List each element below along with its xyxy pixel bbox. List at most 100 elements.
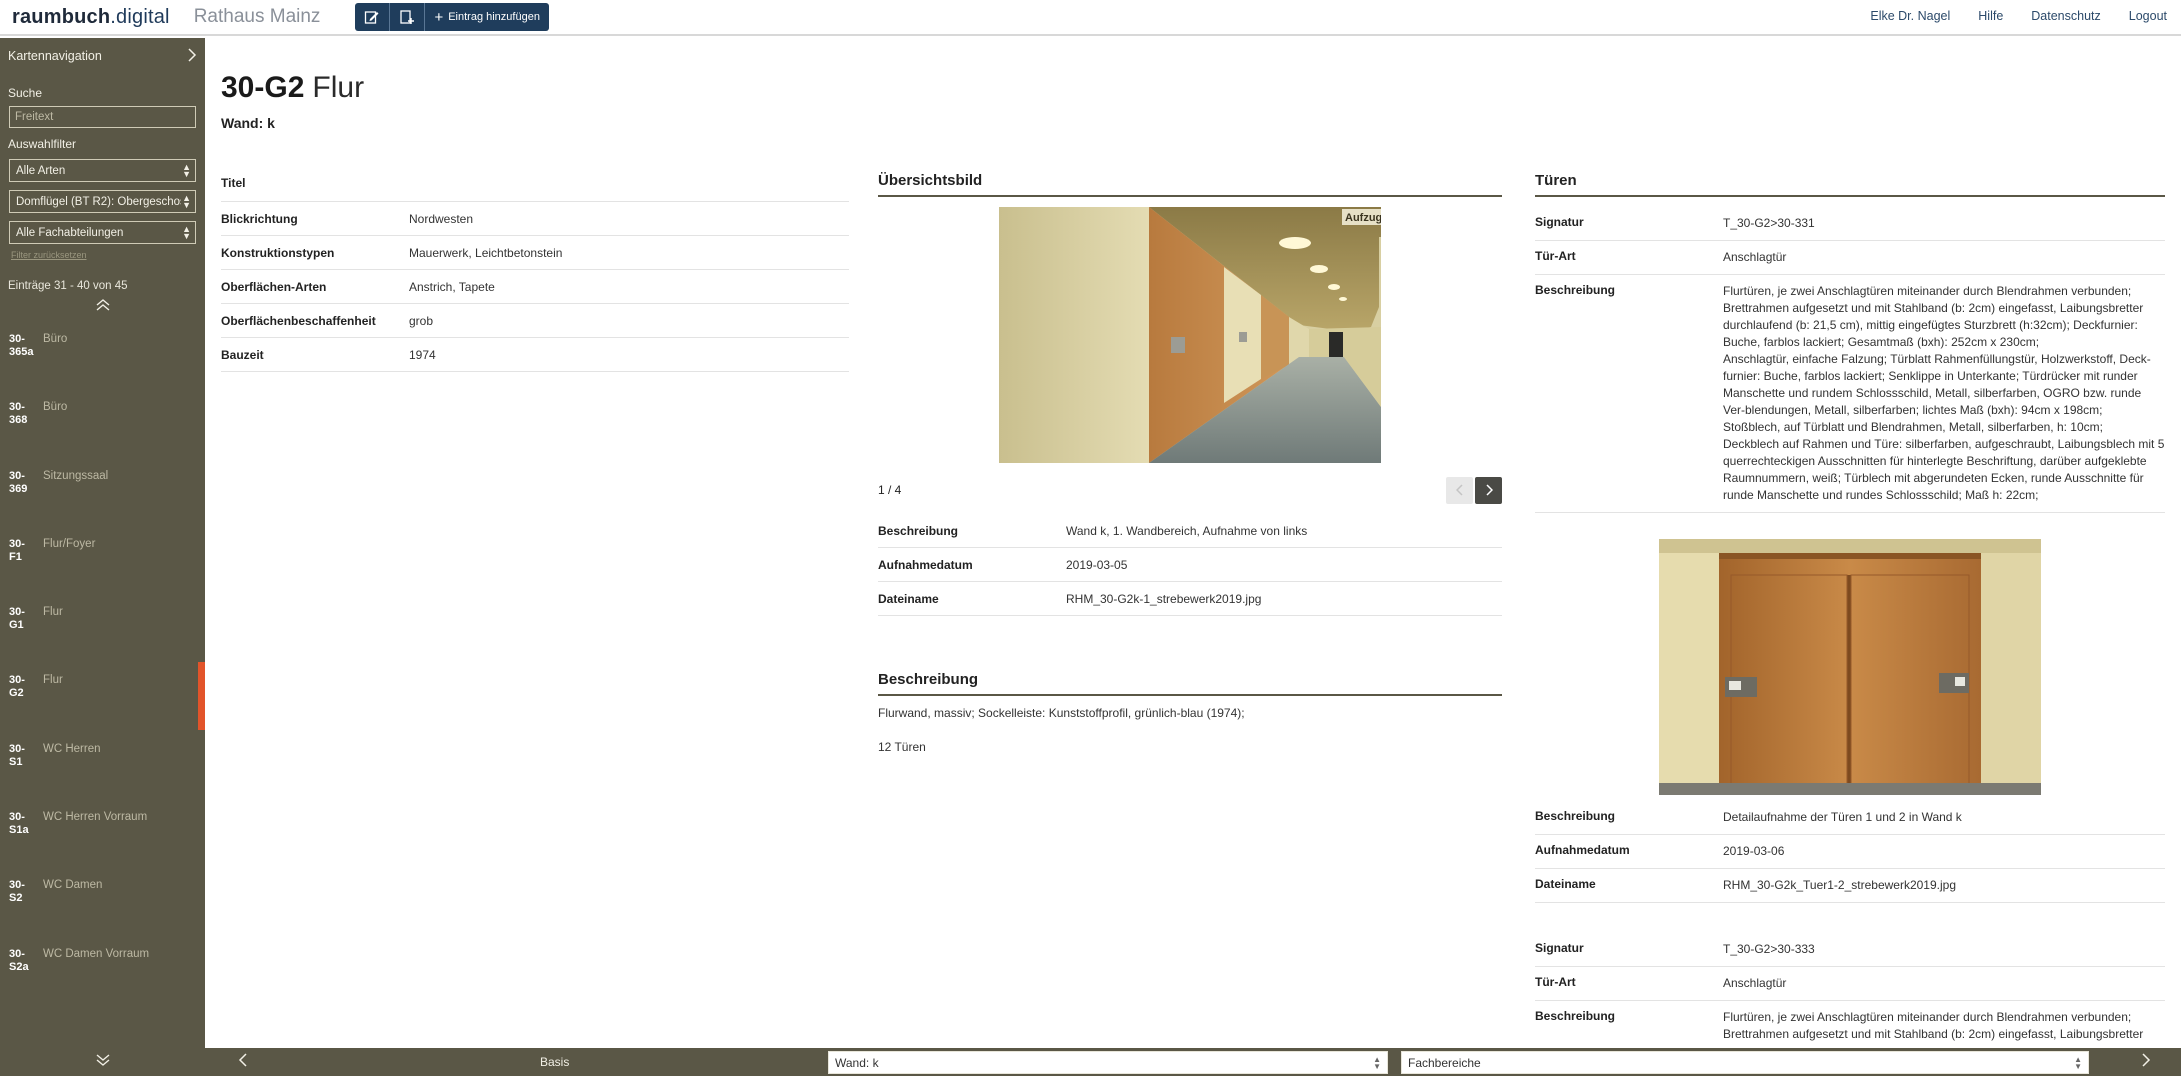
info-row-key: Oberflächenbeschaffenheit <box>221 313 376 328</box>
room-code: 30- S2 <box>9 879 25 905</box>
user-link[interactable]: Elke Dr. Nagel <box>1870 9 1950 23</box>
add-document-icon[interactable] <box>390 3 426 31</box>
sidebar-room-item[interactable]: 30- S1a WC Herren Vorraum <box>0 799 205 867</box>
scroll-down-icon[interactable] <box>0 1053 205 1072</box>
info-row-key: Beschreibung <box>1535 809 1616 823</box>
info-row-value: RHM_30-G2k_Tuer1-2_strebewerk2019.jpg <box>1723 878 1957 892</box>
filter-reset-link[interactable]: Filter zurücksetzen <box>0 250 205 260</box>
logo-main: raumbuch <box>12 5 111 28</box>
filter-types-select[interactable]: Alle Arten ▲ ▼ <box>9 159 196 182</box>
room-name: Flur/Foyer <box>43 537 96 550</box>
room-name: WC Damen <box>43 879 103 892</box>
previous-photo-button[interactable] <box>1446 476 1473 504</box>
info-row: Konstruktionstypen Mauerwerk, Leichtbeton… <box>221 236 849 270</box>
wall-select-value: Wand: k <box>835 1055 879 1070</box>
description-text: Flurwand, massiv; Sockelleiste: Kunststo… <box>878 706 1245 720</box>
room-code: 30- 365a <box>9 333 34 358</box>
info-row-key: Beschreibung <box>878 523 959 538</box>
search-input[interactable]: Freitext <box>9 106 196 128</box>
photo-pager: 1 / 4 <box>878 476 1502 504</box>
description-section: Beschreibung Flurwand, massiv; Sockellei… <box>878 671 1502 754</box>
info-row-key: Dateiname <box>878 591 939 606</box>
doors-section: Türen Signatur T_30-G2>30-331 Tür-Art Ansch… <box>1535 172 2165 1052</box>
info-row-value: 2019-03-06 <box>1723 844 1785 858</box>
wall-select[interactable]: Wand: k ▲ ▼ <box>828 1051 1388 1074</box>
bottom-bar: Basis Wand: k ▲ ▼ Fachbereiche ▲ ▼ <box>0 1048 2181 1076</box>
select-arrows-icon: ▲ ▼ <box>1373 1054 1381 1071</box>
overview-photo[interactable]: Aufzug <box>999 207 1381 463</box>
page-subtitle: Wand: k <box>221 115 275 131</box>
privacy-link[interactable]: Datenschutz <box>2031 9 2100 23</box>
sidebar-room-item[interactable]: 30- 368 Büro <box>0 389 205 457</box>
title-row: Titel <box>221 172 849 202</box>
logout-link[interactable]: Logout <box>2129 9 2167 23</box>
next-photo-button[interactable] <box>1475 476 1502 504</box>
info-row-key: Tür-Art <box>1535 249 1576 263</box>
info-row-value: grob <box>409 313 434 328</box>
next-view-icon[interactable] <box>2141 1052 2151 1072</box>
info-row: Tür-Art Anschlagtür <box>1535 967 2165 1001</box>
chevron-right-icon <box>187 47 197 65</box>
sidebar-room-item[interactable]: 30- 365a Büro <box>0 321 205 389</box>
filter-departments-select[interactable]: Alle Fachabteilungen ▲ ▼ <box>9 221 196 244</box>
sidebar-room-item[interactable]: 30- G2 Flur <box>0 662 205 731</box>
info-row-value: Nordwesten <box>409 211 474 226</box>
departments-select[interactable]: Fachbereiche ▲ ▼ <box>1401 1051 2089 1074</box>
entries-count: Einträge 31 - 40 von 45 <box>8 280 128 292</box>
info-row: Oberflächen-Arten Anstrich, Tapete <box>221 270 849 304</box>
info-row: Aufnahmedatum 2019-03-05 <box>878 548 1502 582</box>
door-photo[interactable] <box>1659 539 2041 796</box>
scroll-up-icon[interactable] <box>0 298 205 317</box>
info-row: Signatur T_30-G2>30-333 <box>1535 933 2165 967</box>
project-name: Rathaus Mainz <box>193 6 321 27</box>
door-entry: Signatur T_30-G2>30-333 Tür-Art Anschlagtür… <box>1535 933 2165 1052</box>
info-row-value: 2019-03-05 <box>1066 557 1128 572</box>
add-entry-label: Eintrag hinzufügen <box>448 11 540 23</box>
info-row-value: RHM_30-G2k-1_strebewerk2019.jpg <box>1066 591 1262 606</box>
sidebar-room-item[interactable]: 30- G1 Flur <box>0 594 205 662</box>
info-row-key: Bauzeit <box>221 347 264 362</box>
plus-icon: + <box>434 8 444 26</box>
properties-table: Titel Blickrichtung Nordwesten Konstruktio… <box>221 172 849 372</box>
door-photo-meta-table: Beschreibung Detailaufnahme der Türen 1 u… <box>1535 801 2165 903</box>
previous-view-icon[interactable] <box>238 1052 248 1072</box>
info-row-key: Blickrichtung <box>221 211 298 226</box>
info-row: Beschreibung Detailaufnahme der Türen 1 u… <box>1535 801 2165 835</box>
filter-wing-value: Domflügel (BT R2): Obergeschoss <box>16 195 181 208</box>
elevator-sign: Aufzug <box>1345 212 1381 224</box>
help-link[interactable]: Hilfe <box>1978 9 2003 23</box>
info-row-value: 1974 <box>409 347 436 362</box>
overview-meta-table: Beschreibung Wand k, 1. Wandbereich, Aufn… <box>878 514 1502 616</box>
select-arrows-icon: ▲ ▼ <box>2074 1054 2082 1071</box>
select-arrows-icon: ▲ ▼ <box>182 223 191 241</box>
description-heading: Beschreibung <box>878 671 1502 696</box>
sidebar-room-item[interactable]: 30- S2a WC Damen Vorraum <box>0 936 205 1004</box>
photo-pager-label: 1 / 4 <box>878 483 902 497</box>
info-row-key: Konstruktionstypen <box>221 245 335 260</box>
basis-tab[interactable]: Basis <box>540 1055 569 1069</box>
info-row-value: Wand k, 1. Wandbereich, Aufnahme von lin… <box>1066 523 1308 538</box>
filter-label: Auswahlfilter <box>8 137 77 151</box>
sidebar-room-item[interactable]: 30- F1 Flur/Foyer <box>0 526 205 594</box>
room-name: Büro <box>43 333 68 345</box>
info-row: Tür-Art Anschlagtür <box>1535 241 2165 275</box>
filter-wing-select[interactable]: Domflügel (BT R2): Obergeschoss ▲ ▼ <box>9 190 196 213</box>
map-navigation-toggle[interactable]: Kartennavigation <box>0 38 205 74</box>
sidebar-room-item[interactable]: 30- S1 WC Herren <box>0 731 205 799</box>
edit-icon[interactable] <box>355 3 391 31</box>
room-code: 30-G2 <box>221 71 305 104</box>
doors-heading: Türen <box>1535 172 2165 197</box>
add-entry-button[interactable]: + Eintrag hinzufügen <box>425 3 549 31</box>
room-name: Flur <box>312 71 365 104</box>
sidebar-room-item[interactable]: 30- S2 WC Damen <box>0 867 205 935</box>
info-row-key: Beschreibung <box>1535 283 1616 297</box>
info-row-value: Detailaufnahme der Türen 1 und 2 in Wand… <box>1723 810 1962 824</box>
app-logo[interactable]: raumbuch.digital <box>12 6 170 29</box>
search-label: Suche <box>8 86 43 100</box>
info-row: Oberflächenbeschaffenheit grob <box>221 304 849 338</box>
logo-domain: .digital <box>110 5 170 28</box>
overview-section: Übersichtsbild Aufzug 1 / 4 Beschreibung… <box>878 172 1502 774</box>
sidebar-room-item[interactable]: 30- 369 Sitzungssaal <box>0 458 205 526</box>
door-entry: Signatur T_30-G2>30-331 Tür-Art Anschlagtür… <box>1535 207 2165 513</box>
select-arrows-icon: ▲ ▼ <box>182 161 191 179</box>
